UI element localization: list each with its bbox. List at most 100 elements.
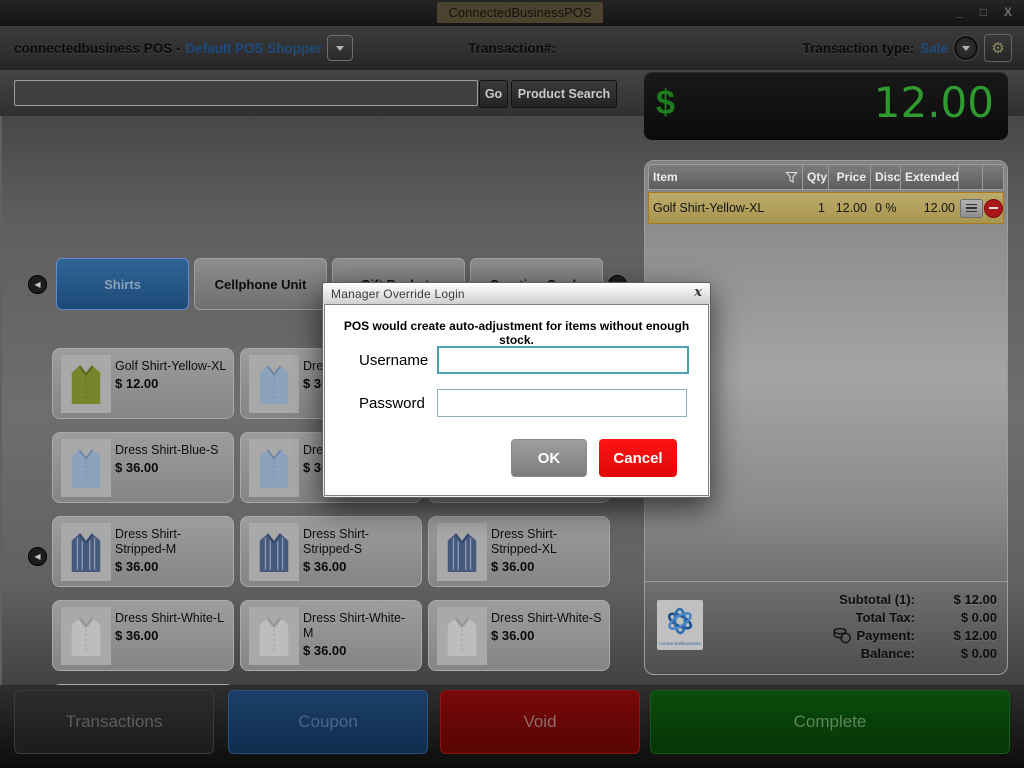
product-search-button[interactable]: Product Search <box>511 80 617 108</box>
window-titlebar: ConnectedBusinessPOS _ □ X <box>0 0 1024 27</box>
remove-item-button[interactable] <box>984 198 1003 218</box>
cart-item-disc: 0 % <box>875 201 897 215</box>
dialog-message: POS would create auto-adjustment for ite… <box>343 319 690 347</box>
product-info: Dress Shirt-Stripped-S $ 36.00 <box>303 517 415 574</box>
product-thumbnail <box>249 607 299 665</box>
coupon-button[interactable]: Coupon <box>228 690 428 754</box>
product-info: Dress Shirt-Stripped-M $ 36.00 <box>115 517 227 574</box>
white-shirt-icon <box>447 617 477 656</box>
product-card[interactable]: Dress Shirt-Stripped-S $ 36.00 <box>240 516 422 587</box>
summary-label: Balance: <box>860 645 915 661</box>
blue-shirt-icon <box>259 449 289 488</box>
white-shirt-icon <box>71 617 101 656</box>
column-header-qty[interactable]: Qty <box>803 165 829 189</box>
column-header-item[interactable]: Item <box>649 165 803 189</box>
product-price: $ 36.00 <box>115 559 159 574</box>
product-price: $ 36.00 <box>303 643 347 658</box>
product-info: Dress Shirt-White-S $ 36.00 <box>491 601 603 643</box>
product-price: $ 36.00 <box>491 559 535 574</box>
product-name: Dress Shirt-Stripped-M <box>115 527 181 556</box>
maximize-icon[interactable]: □ <box>980 5 987 19</box>
product-name: Dress Shirt-Stripped-XL <box>491 527 558 556</box>
transactions-button[interactable]: Transactions <box>14 690 214 754</box>
product-price: $ 36.00 <box>115 460 159 475</box>
product-info: Dress Shirt-Blue-S $ 36.00 <box>115 433 227 475</box>
product-card[interactable]: Dress Shirt-White-L $ 36.00 <box>52 600 234 671</box>
dialog-close-icon[interactable]: x <box>694 285 702 300</box>
dialog-content: POS would create auto-adjustment for ite… <box>324 304 709 496</box>
minimize-icon[interactable]: _ <box>956 5 963 19</box>
product-price: $ 36.00 <box>303 559 347 574</box>
tabs-scroll-left-button[interactable]: ◀ <box>28 275 47 294</box>
product-thumbnail <box>61 355 111 413</box>
summary-label: Subtotal (1): <box>839 591 915 607</box>
filter-funnel-icon[interactable] <box>785 171 798 184</box>
chevron-down-icon <box>962 45 970 51</box>
cart-item-qty: 1 <box>818 201 825 215</box>
ok-button[interactable]: OK <box>511 439 587 477</box>
blue-shirt-icon <box>259 365 289 404</box>
stripe-shirt-icon <box>71 533 101 572</box>
cancel-button[interactable]: Cancel <box>599 439 677 477</box>
order-summary: connectedbusiness Subtotal (1): $ 12.00 To… <box>645 581 1007 674</box>
dialog-titlebar: Manager Override Login x <box>323 283 710 304</box>
search-input[interactable] <box>14 80 478 106</box>
close-icon[interactable]: X <box>1004 5 1012 19</box>
product-info: Golf Shirt-Yellow-XL $ 12.00 <box>115 349 227 391</box>
summary-label: Total Tax: <box>855 609 915 625</box>
summary-row: Payment: $ 12.00 <box>747 626 997 644</box>
product-info: Dress Shirt-Stripped-XL $ 36.00 <box>491 517 603 574</box>
product-card[interactable]: Dress Shirt-White-M $ 36.00 <box>240 600 422 671</box>
void-button[interactable]: Void <box>440 690 640 754</box>
column-header-disc[interactable]: Disc <box>871 165 901 189</box>
username-field[interactable] <box>437 346 689 374</box>
product-thumbnail <box>61 607 111 665</box>
cart-table: Item Qty Price Disc Extended Golf Shirt-Yell… <box>648 164 1004 224</box>
product-thumbnail <box>437 607 487 665</box>
arrow-left-icon: ◀ <box>34 552 41 561</box>
tab-shirts[interactable]: Shirts <box>56 258 189 310</box>
cart-row[interactable]: Golf Shirt-Yellow-XL 1 12.00 0 % 12.00 <box>648 192 1004 224</box>
summary-label: Payment: <box>856 627 915 643</box>
window-title: ConnectedBusinessPOS <box>437 2 603 23</box>
cart-item-name: Golf Shirt-Yellow-XL <box>653 201 765 215</box>
settings-button[interactable]: ⚙ <box>984 34 1012 62</box>
product-thumbnail <box>249 439 299 497</box>
summary-value: $ 0.00 <box>960 609 997 625</box>
pos-application-window: ConnectedBusinessPOS _ □ X connectedbusi… <box>0 0 1024 768</box>
dialog-title: Manager Override Login <box>331 286 465 301</box>
cart-item-price: 12.00 <box>835 201 867 215</box>
transaction-type-value[interactable]: Sale <box>920 41 948 56</box>
password-field[interactable] <box>437 389 687 417</box>
go-button[interactable]: Go <box>479 80 508 108</box>
column-header-blank <box>983 165 1003 189</box>
item-details-button[interactable] <box>960 198 983 218</box>
password-label: Password <box>359 395 425 412</box>
tab-cellphone-unit[interactable]: Cellphone Unit <box>194 258 327 310</box>
product-thumbnail <box>61 523 111 581</box>
transaction-type-dropdown-button[interactable] <box>954 36 978 60</box>
product-card[interactable]: Golf Shirt-Yellow-XL $ 12.00 <box>52 348 234 419</box>
summary-value: $ 12.00 <box>953 591 997 607</box>
product-name: Dress Shirt-Stripped-S <box>303 527 369 556</box>
window-controls: _ □ X <box>956 5 1012 19</box>
product-thumbnail <box>249 523 299 581</box>
column-header-price[interactable]: Price <box>829 165 871 189</box>
product-card[interactable]: Dress Shirt-Stripped-M $ 36.00 <box>52 516 234 587</box>
blue-shirt-icon <box>71 449 101 488</box>
product-card[interactable]: Dress Shirt-Stripped-XL $ 36.00 <box>428 516 610 587</box>
products-scroll-left-button[interactable]: ◀ <box>28 547 47 566</box>
action-bar: Transactions Coupon Void Complete <box>0 685 1024 768</box>
product-info: Dress Shirt-White-M $ 36.00 <box>303 601 415 658</box>
product-thumbnail <box>249 355 299 413</box>
arrow-left-icon: ◀ <box>34 280 41 289</box>
product-name: Dress Shirt-White-L <box>115 611 225 625</box>
column-header-extended[interactable]: Extended <box>901 165 959 189</box>
golf-shirt-icon <box>71 365 101 404</box>
summary-row: Subtotal (1): $ 12.00 <box>747 590 997 608</box>
logo-knot-icon <box>667 607 693 634</box>
product-card[interactable]: Dress Shirt-Blue-S $ 36.00 <box>52 432 234 503</box>
product-card[interactable]: Dress Shirt-White-S $ 36.00 <box>428 600 610 671</box>
complete-button[interactable]: Complete <box>650 690 1010 754</box>
product-name: Dress Shirt-White-M <box>303 611 406 640</box>
